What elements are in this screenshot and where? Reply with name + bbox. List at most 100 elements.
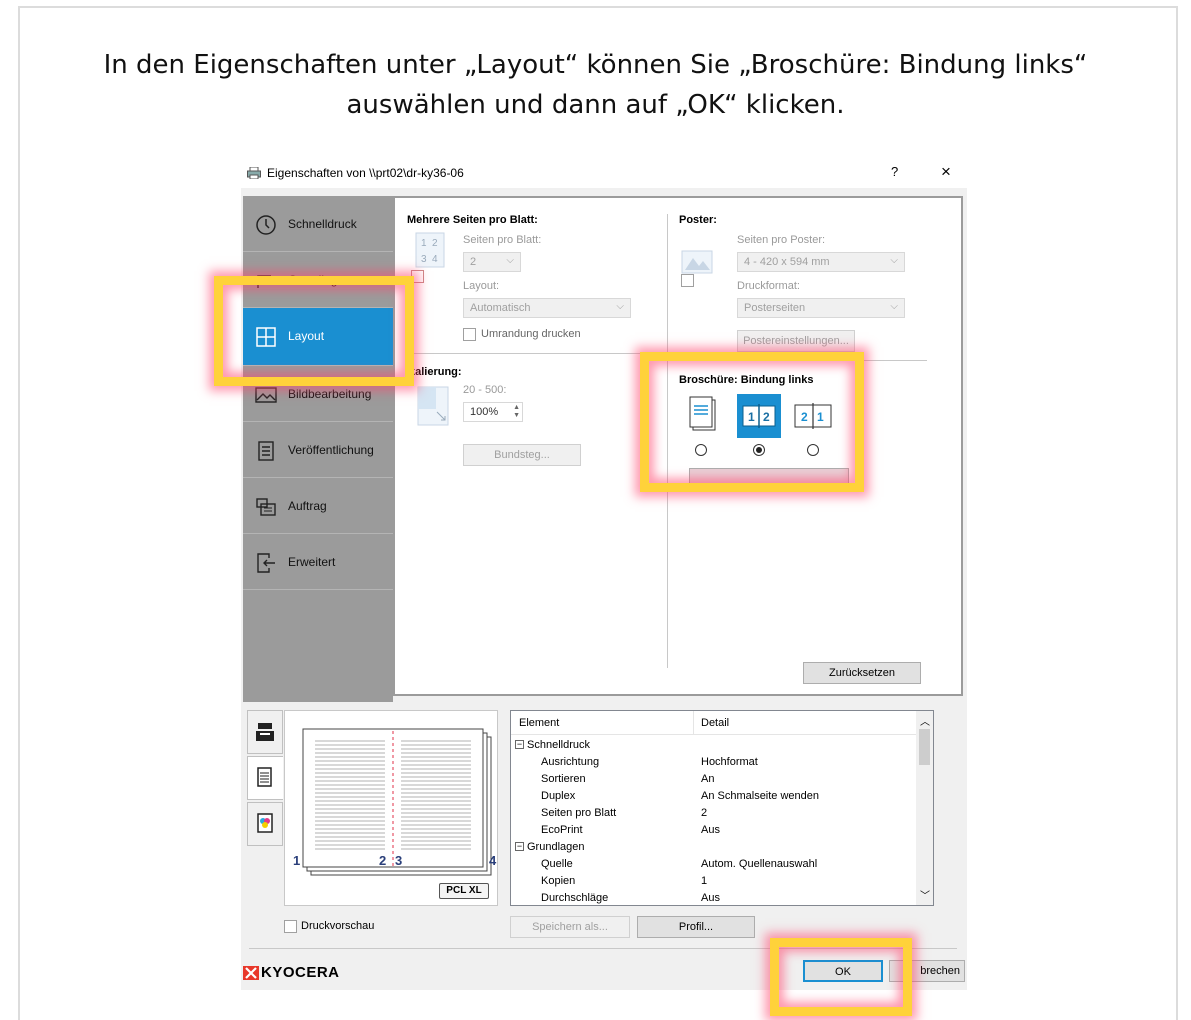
brand-wordmark: KYOCERA bbox=[261, 964, 340, 981]
title-bar: Eigenschaften von \\prt02\dr-ky36-06 ? × bbox=[241, 158, 967, 188]
detail-row[interactable]: Seiten pro Blatt 2 bbox=[511, 805, 916, 822]
svg-text:2: 2 bbox=[432, 238, 438, 249]
poster-checkbox[interactable] bbox=[681, 274, 694, 287]
header-divider bbox=[693, 711, 694, 735]
detail-value: 1 bbox=[701, 875, 708, 887]
tab-color[interactable] bbox=[247, 802, 283, 846]
divider bbox=[407, 353, 659, 354]
close-button[interactable]: × bbox=[941, 162, 951, 182]
pages-per-poster-value: 4 - 420 x 594 mm bbox=[744, 256, 830, 268]
sidebar-item-erweitert[interactable]: Erweitert bbox=[243, 534, 393, 590]
sidebar-item-label: Schnelldruck bbox=[288, 217, 357, 231]
detail-element: Kopien bbox=[541, 875, 576, 887]
pages-per-poster-select[interactable]: 4 - 420 x 594 mm ⌵ bbox=[737, 252, 905, 272]
sidebar-item-label: Veröffentlichung bbox=[288, 443, 374, 457]
detail-element: Grundlagen bbox=[527, 841, 585, 853]
print-format-select[interactable]: Posterseiten ⌵ bbox=[737, 298, 905, 318]
detail-element: Schnelldruck bbox=[527, 739, 590, 751]
dialog-title: Eigenschaften von \\prt02\dr-ky36-06 bbox=[267, 166, 464, 180]
exit-icon bbox=[257, 553, 275, 573]
sidebar-item-label: Erweitert bbox=[288, 555, 336, 569]
collapse-icon[interactable]: − bbox=[515, 740, 524, 749]
detail-element: Ausrichtung bbox=[541, 756, 600, 768]
print-preview: 1 2 3 4 PCL XL bbox=[284, 710, 498, 906]
chevron-down-icon: ⌵ bbox=[890, 301, 898, 312]
scroll-down-icon[interactable]: ﹀ bbox=[920, 887, 930, 902]
poster-title: Poster: bbox=[679, 214, 717, 226]
gutter-button[interactable]: Bundsteg... bbox=[463, 444, 581, 466]
print-preview-checkbox[interactable] bbox=[284, 920, 297, 933]
detail-value: An bbox=[701, 773, 715, 785]
detail-row[interactable]: EcoPrint Aus bbox=[511, 822, 916, 839]
detail-row[interactable]: Durchschläge Aus bbox=[511, 890, 916, 907]
detail-row[interactable]: Duplex An Schmalseite wenden bbox=[511, 788, 916, 805]
instruction-text: In den Eigenschaften unter „Layout“ könn… bbox=[40, 45, 1151, 125]
scaling-icon bbox=[417, 386, 449, 426]
printer-icon bbox=[247, 167, 261, 179]
sidebar-item-label: Bildbearbeitung bbox=[288, 387, 372, 401]
scaling-spinbox[interactable]: 100% ▲ ▼ bbox=[463, 402, 523, 422]
preview-tabs bbox=[247, 710, 283, 850]
pages-per-sheet-icon: 12 34 bbox=[415, 232, 445, 268]
detail-row[interactable]: Kopien 1 bbox=[511, 873, 916, 890]
border-checkbox[interactable] bbox=[463, 328, 476, 341]
document-icon bbox=[258, 441, 274, 461]
detail-row[interactable]: Quelle Autom. Quellenauswahl bbox=[511, 856, 916, 873]
col-detail-header: Detail bbox=[701, 717, 730, 729]
print-format-label: Druckformat: bbox=[737, 280, 800, 292]
layout-label: Layout: bbox=[463, 280, 500, 292]
color-icon bbox=[257, 813, 273, 833]
detail-value: Hochformat bbox=[701, 756, 758, 768]
spin-arrows-icon[interactable]: ▲ ▼ bbox=[513, 404, 520, 420]
highlight-booklet-option bbox=[640, 352, 864, 492]
detail-scrollbar[interactable]: ︿ ﹀ bbox=[916, 711, 933, 905]
col-element-header: Element bbox=[519, 717, 560, 729]
detail-element: Sortieren bbox=[541, 773, 586, 785]
chevron-down-icon: ⌵ bbox=[506, 255, 514, 266]
instruction-line-1: In den Eigenschaften unter „Layout“ könn… bbox=[103, 50, 1088, 80]
layout-select[interactable]: Automatisch ⌵ bbox=[463, 298, 631, 318]
detail-group-row[interactable]: − Grundlagen bbox=[511, 839, 916, 856]
help-button[interactable]: ? bbox=[891, 164, 898, 179]
tab-printer[interactable] bbox=[247, 710, 283, 754]
settings-detail-list: Element Detail − Schnelldruck Ausrichtung H… bbox=[510, 710, 934, 906]
pages-per-sheet-label: Seiten pro Blatt: bbox=[463, 234, 542, 246]
detail-value: An Schmalseite wenden bbox=[701, 790, 820, 802]
detail-group-row[interactable]: − Schnelldruck bbox=[511, 737, 916, 754]
instruction-line-2: auswählen und dann auf „OK“ klicken. bbox=[346, 90, 845, 120]
sidebar-item-auftrag[interactable]: Auftrag bbox=[243, 478, 393, 534]
svg-text:4: 4 bbox=[432, 254, 438, 265]
scaling-title: kalierung: bbox=[409, 366, 462, 378]
multipage-title: Mehrere Seiten pro Blatt: bbox=[407, 214, 538, 226]
detail-row[interactable]: Ausrichtung Hochformat bbox=[511, 754, 916, 771]
document-tab-icon bbox=[257, 767, 272, 787]
svg-text:1: 1 bbox=[421, 238, 427, 249]
save-as-button[interactable]: Speichern als... bbox=[510, 916, 630, 938]
job-icon bbox=[256, 498, 276, 516]
sidebar: Schnelldruck Grundlagen Layout Bildbearb… bbox=[243, 196, 393, 702]
reset-button[interactable]: Zurücksetzen bbox=[803, 662, 921, 684]
collapse-icon[interactable]: − bbox=[515, 842, 524, 851]
tab-document[interactable] bbox=[247, 756, 283, 800]
pdl-badge: PCL XL bbox=[439, 883, 489, 899]
highlight-ok-button bbox=[770, 938, 912, 1016]
detail-value: Autom. Quellenauswahl bbox=[701, 858, 818, 870]
poster-settings-button[interactable]: Postereinstellungen... bbox=[737, 330, 855, 352]
border-label: Umrandung drucken bbox=[481, 328, 581, 340]
pages-per-sheet-select[interactable]: 2 ⌵ bbox=[463, 252, 521, 272]
highlight-layout-tab bbox=[214, 276, 414, 386]
clock-icon bbox=[256, 215, 276, 235]
detail-row[interactable]: Sortieren An bbox=[511, 771, 916, 788]
scroll-up-icon[interactable]: ︿ bbox=[920, 713, 930, 728]
scroll-thumb[interactable] bbox=[919, 729, 930, 765]
preview-page-1: 1 bbox=[293, 853, 301, 868]
scaling-range-label: 20 - 500: bbox=[463, 384, 507, 396]
profile-button[interactable]: Profil... bbox=[637, 916, 755, 938]
sidebar-item-veroeffentlichung[interactable]: Veröffentlichung bbox=[243, 422, 393, 478]
detail-element: EcoPrint bbox=[541, 824, 583, 836]
sidebar-item-label: Auftrag bbox=[288, 499, 327, 513]
pages-per-poster-label: Seiten pro Poster: bbox=[737, 234, 826, 246]
detail-element: Quelle bbox=[541, 858, 573, 870]
sidebar-item-schnelldruck[interactable]: Schnelldruck bbox=[243, 196, 393, 252]
scaling-value: 100% bbox=[470, 406, 499, 418]
